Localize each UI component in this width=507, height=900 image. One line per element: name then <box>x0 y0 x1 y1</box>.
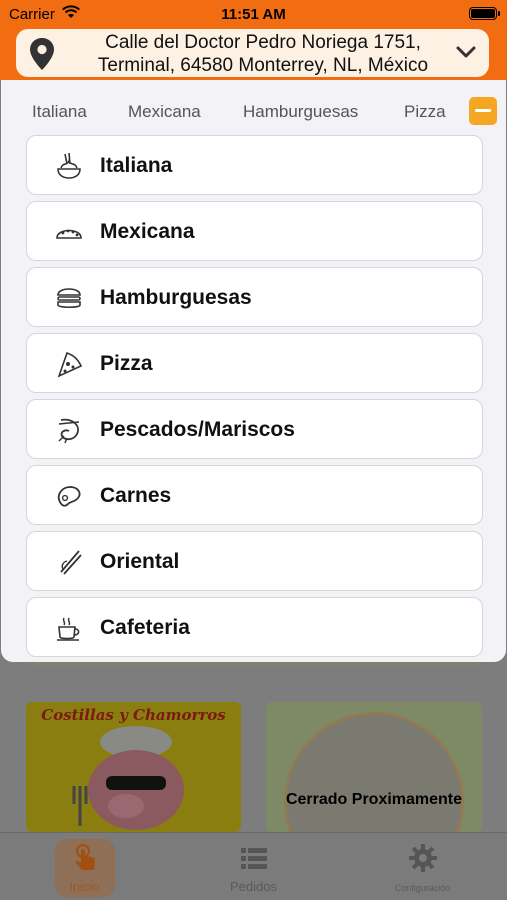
restaurant-logo-text: Costillas y Chamorros <box>41 706 226 724</box>
address-selector[interactable]: Calle del Doctor Pedro Noriega 1751, Ter… <box>16 29 489 77</box>
taco-icon <box>56 229 82 239</box>
tab-label: Pedidos <box>230 879 277 894</box>
category-item-cafeteria[interactable]: Cafeteria <box>26 597 483 657</box>
chevron-down-icon[interactable] <box>455 43 477 61</box>
minus-icon <box>475 109 491 112</box>
tab-inicio[interactable]: Inicio <box>0 833 169 900</box>
chip-mexicana[interactable]: Mexicana <box>128 102 201 122</box>
tab-label: Inicio <box>69 879 100 894</box>
category-label: Mexicana <box>100 220 195 243</box>
top-header: Carrier 11:51 AM Calle del Doctor Pedro … <box>0 0 507 80</box>
chip-hamburguesas[interactable]: Hamburguesas <box>243 102 358 122</box>
steak-icon <box>57 486 81 507</box>
category-item-italiana[interactable]: Italiana <box>26 135 483 195</box>
chopsticks-icon <box>60 550 82 575</box>
category-item-pizza[interactable]: Pizza <box>26 333 483 393</box>
status-time: 11:51 AM <box>221 6 286 23</box>
category-label: Cafeteria <box>100 616 190 639</box>
tab-pedidos[interactable]: Pedidos <box>169 833 338 900</box>
gear-icon <box>409 844 437 872</box>
category-label: Pizza <box>100 352 153 375</box>
coffee-cup-icon <box>57 617 80 641</box>
category-label: Hamburguesas <box>100 286 252 309</box>
chip-italiana[interactable]: Italiana <box>32 102 87 122</box>
status-bar: Carrier 11:51 AM <box>0 0 507 28</box>
category-label: Carnes <box>100 484 172 507</box>
address-text: Calle del Doctor Pedro Noriega 1751, Ter… <box>97 32 429 76</box>
burger-icon <box>57 288 81 309</box>
category-dropdown-panel: Italiana Mexicana Hamburguesas Pizza Ita… <box>1 80 506 662</box>
category-item-mexicana[interactable]: Mexicana <box>26 201 483 261</box>
category-label: Italiana <box>100 154 173 177</box>
restaurant-card[interactable]: Cerrado Proximamente <box>266 702 482 832</box>
shrimp-icon <box>58 418 80 444</box>
category-item-carnes[interactable]: Carnes <box>26 465 483 525</box>
category-item-oriental[interactable]: Oriental <box>26 531 483 591</box>
location-pin-icon <box>30 38 54 70</box>
bottom-tab-bar: Inicio Pedidos Configuración <box>0 832 507 900</box>
category-item-pescados-mariscos[interactable]: Pescados/Mariscos <box>26 399 483 459</box>
restaurant-status: Cerrado Proximamente <box>285 791 463 808</box>
battery-icon <box>469 7 500 20</box>
spaghetti-icon <box>57 152 81 179</box>
restaurant-logo <box>284 712 464 832</box>
chip-pizza[interactable]: Pizza <box>404 102 446 122</box>
pizza-slice-icon <box>57 351 83 378</box>
collapse-button[interactable] <box>469 97 497 125</box>
category-label: Pescados/Mariscos <box>100 418 295 441</box>
touch-hand-icon <box>75 844 95 870</box>
list-icon <box>241 848 267 869</box>
tab-configuracion[interactable]: Configuración <box>338 833 507 900</box>
divider <box>30 663 480 666</box>
category-chip-row: Italiana Mexicana Hamburguesas Pizza <box>1 80 506 136</box>
category-item-hamburguesas[interactable]: Hamburguesas <box>26 267 483 327</box>
category-label: Oriental <box>100 550 180 573</box>
tab-label: Configuración <box>394 883 451 893</box>
pig-chef-logo-icon <box>72 726 184 830</box>
restaurant-card[interactable]: Costillas y Chamorros <box>26 702 241 832</box>
